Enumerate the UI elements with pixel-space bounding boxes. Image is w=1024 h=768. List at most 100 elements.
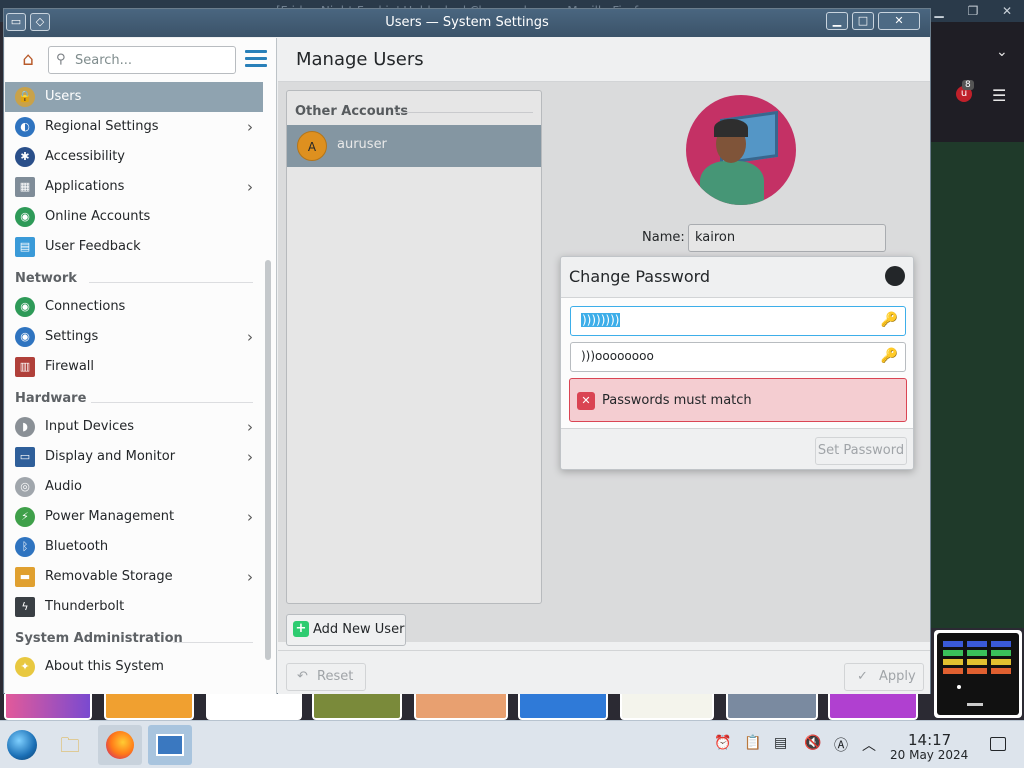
window-title: Users — System Settings bbox=[385, 15, 549, 30]
monitor-icon: ▭ bbox=[15, 447, 35, 467]
home-icon[interactable]: ⌂ bbox=[17, 49, 39, 71]
sidebar-item-label: Regional Settings bbox=[45, 119, 159, 134]
chevron-right-icon: › bbox=[247, 118, 253, 136]
sidebar-item-thunderbolt[interactable]: ϟ Thunderbolt bbox=[5, 592, 263, 622]
globe-icon: ◐ bbox=[15, 117, 35, 137]
sidebar-item-online-accounts[interactable]: ◉ Online Accounts bbox=[5, 202, 263, 232]
confirm-password-value: )))oooooooo bbox=[581, 349, 654, 363]
thumbnail[interactable] bbox=[518, 690, 608, 720]
page-header: Manage Users bbox=[278, 38, 930, 82]
volume-muted-icon[interactable]: 🔇 bbox=[804, 735, 821, 751]
minimize-icon[interactable]: ▁ bbox=[826, 12, 848, 30]
sidebar-item-firewall[interactable]: ▥ Firewall bbox=[5, 352, 263, 382]
add-new-user-button[interactable]: + Add New User bbox=[286, 614, 406, 646]
sidebar-item-label: Bluetooth bbox=[45, 539, 109, 554]
tray-expand-chevron-icon[interactable]: ︿ bbox=[862, 735, 876, 755]
thumbnail[interactable] bbox=[620, 690, 714, 720]
window-thumbnails bbox=[0, 690, 930, 720]
sidebar-scrollbar[interactable] bbox=[265, 260, 271, 660]
clock-date[interactable]: 20 May 2024 bbox=[890, 748, 968, 762]
sidebar-item-about-system[interactable]: ✦ About this System bbox=[5, 652, 263, 682]
bottom-button-bar: ↶ Reset ✓ Apply bbox=[278, 650, 930, 694]
firefox-list-tabs-icon[interactable]: ⌄ bbox=[996, 44, 1008, 60]
search-input[interactable] bbox=[75, 50, 231, 70]
mouse-icon: ◗ bbox=[15, 417, 35, 437]
window-titlebar[interactable]: ▭ ◇ Users — System Settings ▁ □ ✕ bbox=[4, 9, 930, 37]
checkmark-icon: ✓ bbox=[857, 669, 868, 684]
thumbnail[interactable] bbox=[206, 690, 302, 720]
thumbnail[interactable] bbox=[828, 690, 918, 720]
sidebar-item-applications[interactable]: ▦ Applications › bbox=[5, 172, 263, 202]
sidebar-item-accessibility[interactable]: ✱ Accessibility bbox=[5, 142, 263, 172]
confirm-password-field[interactable]: )))oooooooo 🔑 bbox=[570, 342, 906, 372]
firefox-menu-icon[interactable]: ☰ bbox=[992, 86, 1006, 105]
sidebar-item-label: About this System bbox=[45, 659, 164, 674]
thumbnail[interactable] bbox=[4, 690, 92, 720]
start-menu-button[interactable] bbox=[0, 725, 44, 765]
chevron-right-icon: › bbox=[247, 448, 253, 466]
thumbnail[interactable] bbox=[726, 690, 818, 720]
sidebar-item-display-monitor[interactable]: ▭ Display and Monitor › bbox=[5, 442, 263, 472]
dialog-close-icon[interactable] bbox=[885, 266, 905, 286]
search-box[interactable]: ⚲ bbox=[48, 46, 236, 74]
start-orb-icon bbox=[7, 730, 37, 760]
reset-button[interactable]: ↶ Reset bbox=[286, 663, 366, 691]
apply-button[interactable]: ✓ Apply bbox=[844, 663, 924, 691]
sidebar-item-label: Accessibility bbox=[45, 149, 125, 164]
set-password-button[interactable]: Set Password bbox=[815, 437, 907, 465]
network-globe-icon: ◉ bbox=[15, 297, 35, 317]
sidebar-item-input-devices[interactable]: ◗ Input Devices › bbox=[5, 412, 263, 442]
maximize-icon[interactable]: □ bbox=[852, 12, 874, 30]
sidebar: ⌂ ⚲ 🔒 Users ◐ Regional Settings › ✱ Acce… bbox=[5, 38, 277, 694]
sidebar-list: 🔒 Users ◐ Regional Settings › ✱ Accessib… bbox=[5, 82, 263, 682]
clock-time[interactable]: 14:17 bbox=[908, 731, 951, 749]
breakout-game-thumbnail[interactable] bbox=[934, 630, 1022, 718]
thumbnail[interactable] bbox=[414, 690, 508, 720]
applications-grid-icon: ▦ bbox=[15, 177, 35, 197]
sidebar-item-regional-settings[interactable]: ◐ Regional Settings › bbox=[5, 112, 263, 142]
speaker-icon: ◎ bbox=[15, 477, 35, 497]
sidebar-item-audio[interactable]: ◎ Audio bbox=[5, 472, 263, 502]
reset-icon: ↶ bbox=[297, 669, 308, 684]
thumbnail[interactable] bbox=[104, 690, 194, 720]
dialog-title: Change Password bbox=[569, 267, 711, 286]
close-icon[interactable]: ✕ bbox=[878, 12, 920, 30]
sidebar-item-connections[interactable]: ◉ Connections bbox=[5, 292, 263, 322]
clipboard-icon[interactable]: 📋 bbox=[744, 735, 761, 751]
hamburger-menu-icon[interactable] bbox=[245, 50, 267, 70]
taskbar: 🗀 ⏰ 📋 ▤ 🔇 Ⓐ ︿ 14:17 20 May 2024 bbox=[0, 720, 1024, 768]
new-password-field[interactable]: )))))))) 🔑 bbox=[570, 306, 906, 336]
reveal-confirm-key-icon[interactable]: 🔑 bbox=[881, 348, 898, 364]
notes-icon[interactable]: ▤ bbox=[774, 735, 787, 751]
sidebar-item-label: Firewall bbox=[45, 359, 95, 374]
reveal-password-key-icon[interactable]: 🔑 bbox=[881, 312, 898, 328]
system-settings-taskbar-icon[interactable] bbox=[148, 725, 192, 765]
file-manager-taskbar-icon[interactable]: 🗀 bbox=[48, 725, 92, 765]
online-accounts-globe-icon: ◉ bbox=[15, 207, 35, 227]
show-desktop-icon[interactable] bbox=[990, 737, 1006, 751]
password-mismatch-error: ✕ Passwords must match bbox=[569, 378, 907, 422]
sidebar-item-user-feedback[interactable]: ▤ User Feedback bbox=[5, 232, 263, 262]
section-heading-network: Network bbox=[5, 262, 263, 292]
search-icon: ⚲ bbox=[56, 52, 66, 67]
sidebar-item-label: Display and Monitor bbox=[45, 449, 176, 464]
sidebar-item-bluetooth[interactable]: ᛒ Bluetooth bbox=[5, 532, 263, 562]
sidebar-item-power-management[interactable]: ⚡ Power Management › bbox=[5, 502, 263, 532]
firefox-close-icon[interactable]: ✕ bbox=[990, 0, 1024, 22]
feedback-chart-icon: ▤ bbox=[15, 237, 35, 257]
alarm-clock-icon[interactable]: ⏰ bbox=[714, 735, 731, 751]
sidebar-item-label: Applications bbox=[45, 179, 125, 194]
change-password-dialog: Change Password )))))))) 🔑 )))oooooooo 🔑… bbox=[560, 256, 914, 470]
firefox-page-content bbox=[930, 142, 1024, 628]
keyboard-layout-icon[interactable]: Ⓐ bbox=[834, 735, 848, 755]
thumbnail[interactable] bbox=[312, 690, 402, 720]
firefox-taskbar-icon[interactable] bbox=[98, 725, 142, 765]
sidebar-item-removable-storage[interactable]: ▬ Removable Storage › bbox=[5, 562, 263, 592]
sidebar-item-label: User Feedback bbox=[45, 239, 141, 254]
sidebar-item-users[interactable]: 🔒 Users bbox=[5, 82, 263, 112]
plus-icon: + bbox=[293, 621, 309, 637]
chevron-right-icon: › bbox=[247, 178, 253, 196]
firefox-maximize-icon[interactable]: ❐ bbox=[956, 0, 990, 22]
add-user-label: Add New User bbox=[313, 622, 405, 637]
sidebar-item-network-settings[interactable]: ◉ Settings › bbox=[5, 322, 263, 352]
